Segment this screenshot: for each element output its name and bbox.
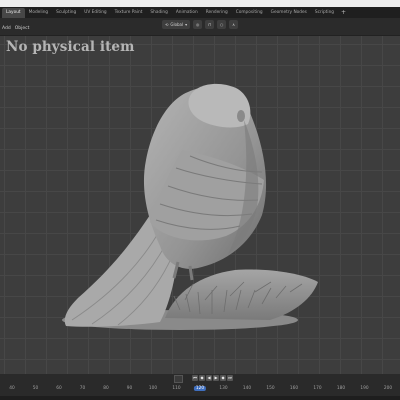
frame-tick: 160 [289,386,299,391]
tab-animation[interactable]: Animation [172,8,202,18]
frame-tick: 90 [126,386,133,391]
proportional-edit-icon: ○ [219,22,224,27]
orientation-label: Global [170,22,184,27]
menu-object[interactable]: Object [15,26,30,31]
frame-tick: 170 [313,386,322,391]
snap-icon: ⊓ [208,22,212,27]
falloff-icon: ∧ [232,22,236,27]
play-buttons: ⏮ ◆ ◀ ▶ ◆ ⏭ [192,375,233,381]
frame-tick: 130 [219,386,228,391]
prev-key-icon[interactable]: ◆ [199,375,205,381]
viewport-header: Add Object ⟲ Global ▾ ◎ ⊓ ○ ∧ [0,18,400,36]
3d-viewport[interactable]: No physical item [0,36,400,374]
timeline: ⏮ ◆ ◀ ▶ ◆ ⏭ 40 50 60 70 80 90 100 110 120 130 140 1… [0,374,400,400]
frame-tick: 40 [9,386,15,391]
jump-start-icon[interactable]: ⏮ [192,375,198,381]
workspace-bar: Layout Modeling Sculpting UV Editing Texture… [0,0,400,18]
header-tools: ⟲ Global ▾ ◎ ⊓ ○ ∧ [162,20,239,29]
frame-tick: 180 [336,386,346,391]
tab-rendering[interactable]: Rendering [202,8,232,18]
viewport-menu: Add Object [2,26,29,31]
play-reverse-icon[interactable]: ◀ [206,375,212,381]
frame-tick: 50 [32,386,39,391]
proportional-edit-toggle[interactable]: ○ [217,20,227,29]
chevron-down-icon: ▾ [185,22,188,27]
snap-toggle[interactable]: ⊓ [205,20,215,29]
jump-end-icon[interactable]: ⏭ [227,375,233,381]
frame-tick: 100 [148,386,158,391]
tab-uv-editing[interactable]: UV Editing [80,8,110,18]
frame-tick: 60 [56,386,62,391]
play-icon[interactable]: ▶ [213,375,219,381]
tab-texture-paint[interactable]: Texture Paint [111,8,147,18]
add-workspace-button[interactable]: + [338,8,349,18]
frame-tick: 70 [79,386,86,391]
current-frame-marker: 120 [193,386,207,391]
frame-tick: 190 [360,386,369,391]
frame-tick: 140 [242,386,252,391]
orientation-icon: ⟲ [165,22,169,27]
frame-tick: 110 [172,386,181,391]
pivot-point-button[interactable]: ◎ [193,20,203,29]
playback-controls: ⏮ ◆ ◀ ▶ ◆ ⏭ [0,374,400,383]
transform-orientation-dropdown[interactable]: ⟲ Global ▾ [162,20,191,29]
tab-scripting[interactable]: Scripting [311,8,338,18]
tab-shading[interactable]: Shading [146,8,171,18]
tab-compositing[interactable]: Compositing [232,8,267,18]
workspace-tabs: Layout Modeling Sculpting UV Editing Texture… [2,8,349,18]
frame-tick: 150 [266,386,275,391]
menu-add[interactable]: Add [2,26,11,31]
frame-tick: 80 [103,386,109,391]
tab-layout[interactable]: Layout [2,8,25,18]
eye [237,110,245,122]
falloff-button[interactable]: ∧ [229,20,239,29]
next-key-icon[interactable]: ◆ [220,375,226,381]
bird-sculpture [62,83,318,330]
frame-tick: 200 [383,386,393,391]
frame-ruler[interactable]: 40 50 60 70 80 90 100 110 120 130 140 150 160 170 180 1… [0,386,400,395]
keyframe-toggle[interactable] [174,375,183,383]
tab-geometry-nodes[interactable]: Geometry Nodes [267,8,311,18]
timeline-scrollbar[interactable] [0,396,400,400]
pivot-icon: ◎ [195,22,200,27]
tab-sculpting[interactable]: Sculpting [52,8,80,18]
window-title-strip [0,0,400,7]
tab-modeling[interactable]: Modeling [25,8,53,18]
